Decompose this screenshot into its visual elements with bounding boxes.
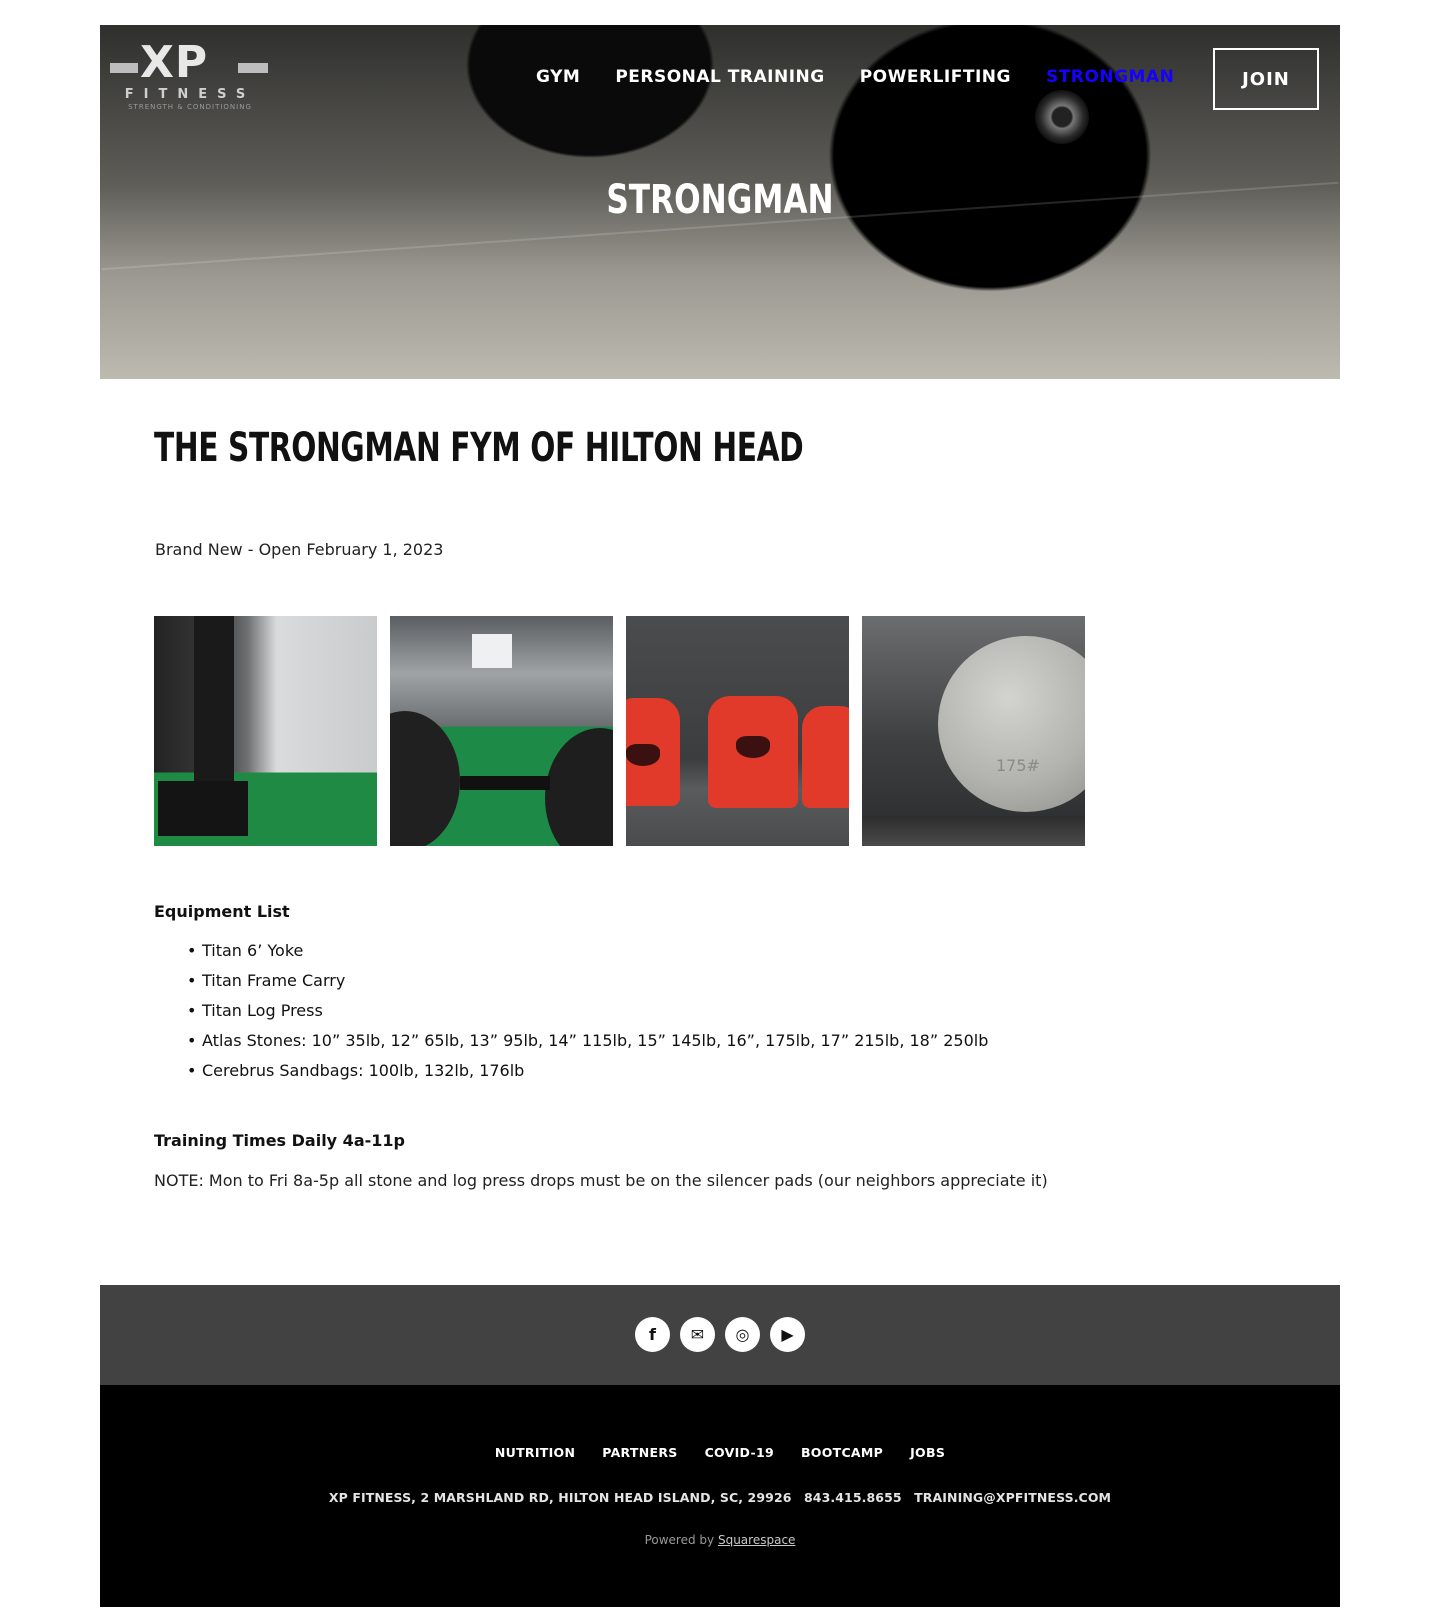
list-item: Cerebrus Sandbags: 100lb, 132lb, 176lb: [187, 1056, 988, 1086]
gallery-photo-sandbags[interactable]: [626, 616, 849, 846]
plate-right-shape: [545, 728, 613, 846]
nav-item-strongman[interactable]: STRONGMAN: [1046, 67, 1174, 87]
hero-banner: XP FITNESS STRENGTH & CONDITIONING GYM P…: [100, 25, 1340, 379]
plate-left-shape: [390, 711, 460, 846]
equipment-list-title: Equipment List: [154, 902, 290, 921]
gallery-photo-atlas-stone[interactable]: 175#: [862, 616, 1085, 846]
logo-bar-left: [110, 63, 138, 73]
opening-date-text: Brand New - Open February 1, 2023: [155, 540, 444, 559]
join-button[interactable]: JOIN: [1213, 48, 1319, 110]
powered-by-line: Powered by Squarespace: [100, 1533, 1340, 1547]
sandbag-shape: [626, 698, 680, 806]
contact-line: XP FITNESS, 2 MARSHLAND RD, HILTON HEAD …: [100, 1490, 1340, 1505]
sandbag-shape: [708, 696, 798, 808]
email-icon[interactable]: ✉: [680, 1317, 715, 1352]
main-nav: GYM PERSONAL TRAINING POWERLIFTING STRON…: [536, 67, 1174, 87]
logo-tagline: STRENGTH & CONDITIONING: [128, 103, 252, 111]
social-links-bar: f ✉ ◎ ▶: [100, 1285, 1340, 1385]
stone-weight-label: 175#: [996, 756, 1040, 775]
powered-by-text: Powered by: [644, 1533, 715, 1547]
sandbag-shape: [802, 706, 849, 808]
logo-wordmark: FITNESS: [124, 87, 256, 102]
atlas-stone-shape: [938, 636, 1085, 812]
sandbag-logo-mark: [736, 736, 770, 758]
rack-base-shape: [158, 781, 248, 836]
logo-bar-right: [238, 63, 268, 73]
gallery-photo-equipment-rack[interactable]: [154, 616, 377, 846]
hero-title: STRONGMAN: [606, 177, 834, 223]
sandbag-logo-mark: [626, 744, 660, 766]
squarespace-link[interactable]: Squarespace: [718, 1533, 795, 1547]
footer-link-covid-19[interactable]: COVID-19: [705, 1445, 774, 1460]
list-item: Titan Log Press: [187, 996, 988, 1026]
equipment-list: Titan 6’ Yoke Titan Frame Carry Titan Lo…: [187, 936, 988, 1086]
floor-shape: [862, 816, 1085, 846]
barbell-hub-image: [1035, 90, 1089, 144]
list-item: Titan 6’ Yoke: [187, 936, 988, 966]
site-frame: XP FITNESS STRENGTH & CONDITIONING GYM P…: [100, 25, 1340, 379]
footer-link-nutrition[interactable]: NUTRITION: [495, 1445, 575, 1460]
drop-policy-note: NOTE: Mon to Fri 8a-5p all stone and log…: [154, 1171, 1048, 1190]
page-title: THE STRONGMAN FYM OF HILTON HEAD: [154, 425, 804, 471]
nav-item-powerlifting[interactable]: POWERLIFTING: [860, 67, 1011, 87]
logo-mark: XP: [140, 37, 209, 88]
address-text: XP FITNESS, 2 MARSHLAND RD, HILTON HEAD …: [328, 1490, 792, 1505]
list-item: Titan Frame Carry: [187, 966, 988, 996]
window-shape: [472, 634, 512, 668]
email-text: TRAINING@XPFITNESS.COM: [914, 1490, 1112, 1505]
footer-link-bootcamp[interactable]: BOOTCAMP: [801, 1445, 883, 1460]
phone-text: 843.415.8655: [804, 1490, 902, 1505]
youtube-icon[interactable]: ▶: [770, 1317, 805, 1352]
instagram-icon[interactable]: ◎: [725, 1317, 760, 1352]
training-times-title: Training Times Daily 4a-11p: [154, 1131, 405, 1150]
footer-link-partners[interactable]: PARTNERS: [602, 1445, 677, 1460]
gallery-photo-yoke[interactable]: [390, 616, 613, 846]
site-footer: NUTRITION PARTNERS COVID-19 BOOTCAMP JOB…: [100, 1385, 1340, 1607]
facebook-icon[interactable]: f: [635, 1317, 670, 1352]
footer-nav: NUTRITION PARTNERS COVID-19 BOOTCAMP JOB…: [100, 1445, 1340, 1460]
nav-item-gym[interactable]: GYM: [536, 67, 580, 87]
main-content: THE STRONGMAN FYM OF HILTON HEAD Brand N…: [154, 425, 1085, 1190]
list-item: Atlas Stones: 10” 35lb, 12” 65lb, 13” 95…: [187, 1026, 988, 1056]
footer-link-jobs[interactable]: JOBS: [910, 1445, 945, 1460]
site-logo[interactable]: XP FITNESS STRENGTH & CONDITIONING: [110, 37, 270, 115]
nav-item-personal-training[interactable]: PERSONAL TRAINING: [615, 67, 824, 87]
yoke-frame-shape: [460, 776, 550, 790]
photo-gallery: 175#: [154, 616, 1085, 846]
